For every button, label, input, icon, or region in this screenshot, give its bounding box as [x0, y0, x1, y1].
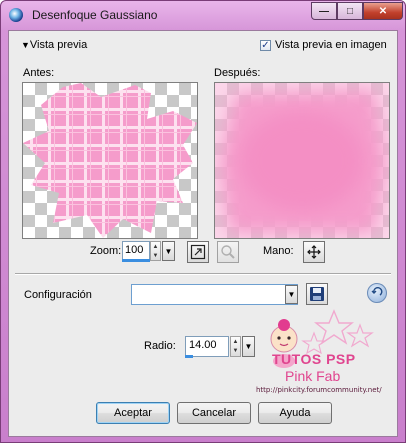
app-icon — [9, 8, 23, 22]
zoom-input[interactable]: 100 — [122, 241, 150, 261]
floppy-disk-icon — [310, 287, 324, 301]
config-select[interactable] — [131, 284, 298, 305]
spin-down-icon[interactable]: ▼ — [151, 251, 160, 260]
close-button[interactable]: ✕ — [363, 2, 403, 20]
radius-label: Radio: — [144, 340, 176, 352]
zoom-dropdown[interactable]: ▼ — [162, 241, 175, 261]
maximize-button[interactable]: □ — [337, 2, 363, 20]
triangle-down-icon: ▼ — [21, 40, 30, 50]
spin-up-icon[interactable]: ▲ — [151, 242, 160, 251]
spin-up-icon[interactable]: ▲ — [231, 337, 240, 347]
preview-toggle-label: Vista previa — [29, 39, 88, 51]
minimize-button[interactable]: — — [311, 2, 337, 20]
save-preset-button[interactable] — [306, 283, 328, 305]
zoom-spinner[interactable]: ▲ ▼ — [150, 241, 161, 261]
spin-down-icon[interactable]: ▼ — [231, 347, 240, 357]
help-button[interactable]: Ayuda — [258, 402, 332, 424]
watermark-title: TUTOS PSP — [272, 351, 356, 367]
watermark-url: http://pinkcity.forumcommunity.net/ — [256, 386, 382, 394]
config-dropdown[interactable]: ▼ — [285, 285, 298, 304]
pan-tool-button[interactable] — [303, 241, 325, 263]
radius-input[interactable]: 14.00 — [185, 336, 229, 357]
preview-in-image-label: Vista previa en imagen — [275, 39, 387, 51]
window-title: Desenfoque Gaussiano — [32, 8, 158, 22]
title-bar[interactable]: Desenfoque Gaussiano — □ ✕ — [1, 1, 405, 29]
chevron-down-icon: ▼ — [244, 342, 253, 351]
resize-icon — [190, 244, 206, 260]
chevron-down-icon: ▼ — [287, 290, 296, 299]
radius-dropdown[interactable]: ▼ — [242, 336, 255, 357]
before-preview[interactable] — [22, 82, 198, 239]
pink-star-sharp — [23, 83, 197, 238]
zoom-label: Zoom: — [90, 245, 122, 257]
fit-zoom-button[interactable] — [187, 241, 209, 263]
cancel-button[interactable]: Cancelar — [177, 402, 251, 424]
preview-in-image-checkbox[interactable]: ✓ — [260, 40, 271, 51]
ok-button[interactable]: Aceptar — [96, 402, 170, 424]
move-arrows-icon — [307, 245, 321, 259]
reset-button[interactable] — [367, 283, 387, 303]
after-preview[interactable] — [214, 82, 390, 239]
chevron-down-icon: ▼ — [164, 246, 173, 256]
pan-label: Mano: — [263, 245, 294, 257]
dialog-window: Desenfoque Gaussiano — □ ✕ ▼Vista previa… — [0, 0, 406, 443]
zoom-indicator — [122, 259, 150, 262]
checkmark-icon: ✓ — [261, 39, 270, 51]
separator — [15, 273, 391, 275]
magnifier-icon — [221, 245, 235, 259]
pink-star-blurred — [215, 83, 389, 238]
dialog-client: ▼Vista previa ✓ Vista previa en imagen A… — [8, 30, 398, 437]
before-label: Antes: — [23, 67, 55, 79]
preview-toggle[interactable]: ▼Vista previa — [21, 39, 87, 51]
zoom-tool-button[interactable] — [217, 241, 239, 263]
radius-spinner[interactable]: ▲ ▼ — [230, 336, 241, 357]
undo-arrow-icon — [371, 287, 383, 296]
watermark-subtitle: Pink Fab — [285, 368, 341, 384]
config-label: Configuración — [24, 289, 92, 301]
after-label: Después: — [214, 67, 261, 79]
radius-indicator — [185, 355, 193, 358]
